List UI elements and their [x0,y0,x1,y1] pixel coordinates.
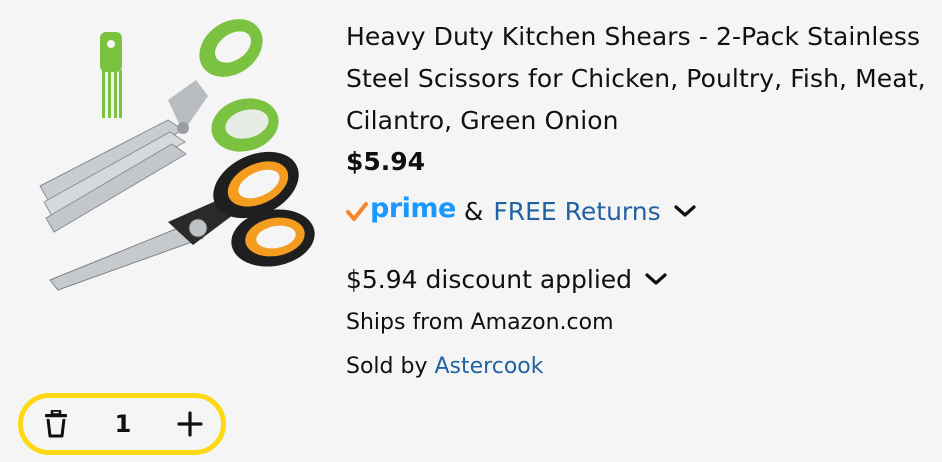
quantity-stepper: 1 [18,393,226,455]
herb-comb-icon [100,32,122,118]
discount-row[interactable]: $5.94 discount applied [346,259,668,299]
delete-button[interactable] [39,407,73,441]
plus-icon [177,411,203,437]
sold-by: Sold by Astercook [346,354,543,379]
chevron-down-icon[interactable] [673,203,697,219]
increase-quantity-button[interactable] [173,407,207,441]
scissors-illustration [39,19,315,291]
prime-wordmark: prime [370,192,456,224]
cart-item-card: Heavy Duty Kitchen Shears - 2-Pack Stain… [0,0,942,462]
quantity-value: 1 [114,410,132,438]
chevron-down-icon[interactable] [644,271,668,287]
discount-text: $5.94 discount applied [346,264,633,294]
product-title[interactable]: Heavy Duty Kitchen Shears - 2-Pack Stain… [346,16,936,142]
prime-check-icon [346,202,368,221]
seller-link[interactable]: Astercook [434,354,543,379]
free-returns-link[interactable]: FREE Returns [493,197,660,226]
prime-logo: prime [346,191,456,231]
product-info: Heavy Duty Kitchen Shears - 2-Pack Stain… [346,16,936,379]
ships-from: Ships from Amazon.com [346,310,614,335]
product-image[interactable] [18,0,318,300]
sold-by-label: Sold by [346,354,435,379]
ampersand: & [463,196,484,226]
trash-icon [45,410,67,438]
prime-row[interactable]: prime & FREE Returns [346,191,697,231]
product-price: $5.94 [346,147,426,176]
